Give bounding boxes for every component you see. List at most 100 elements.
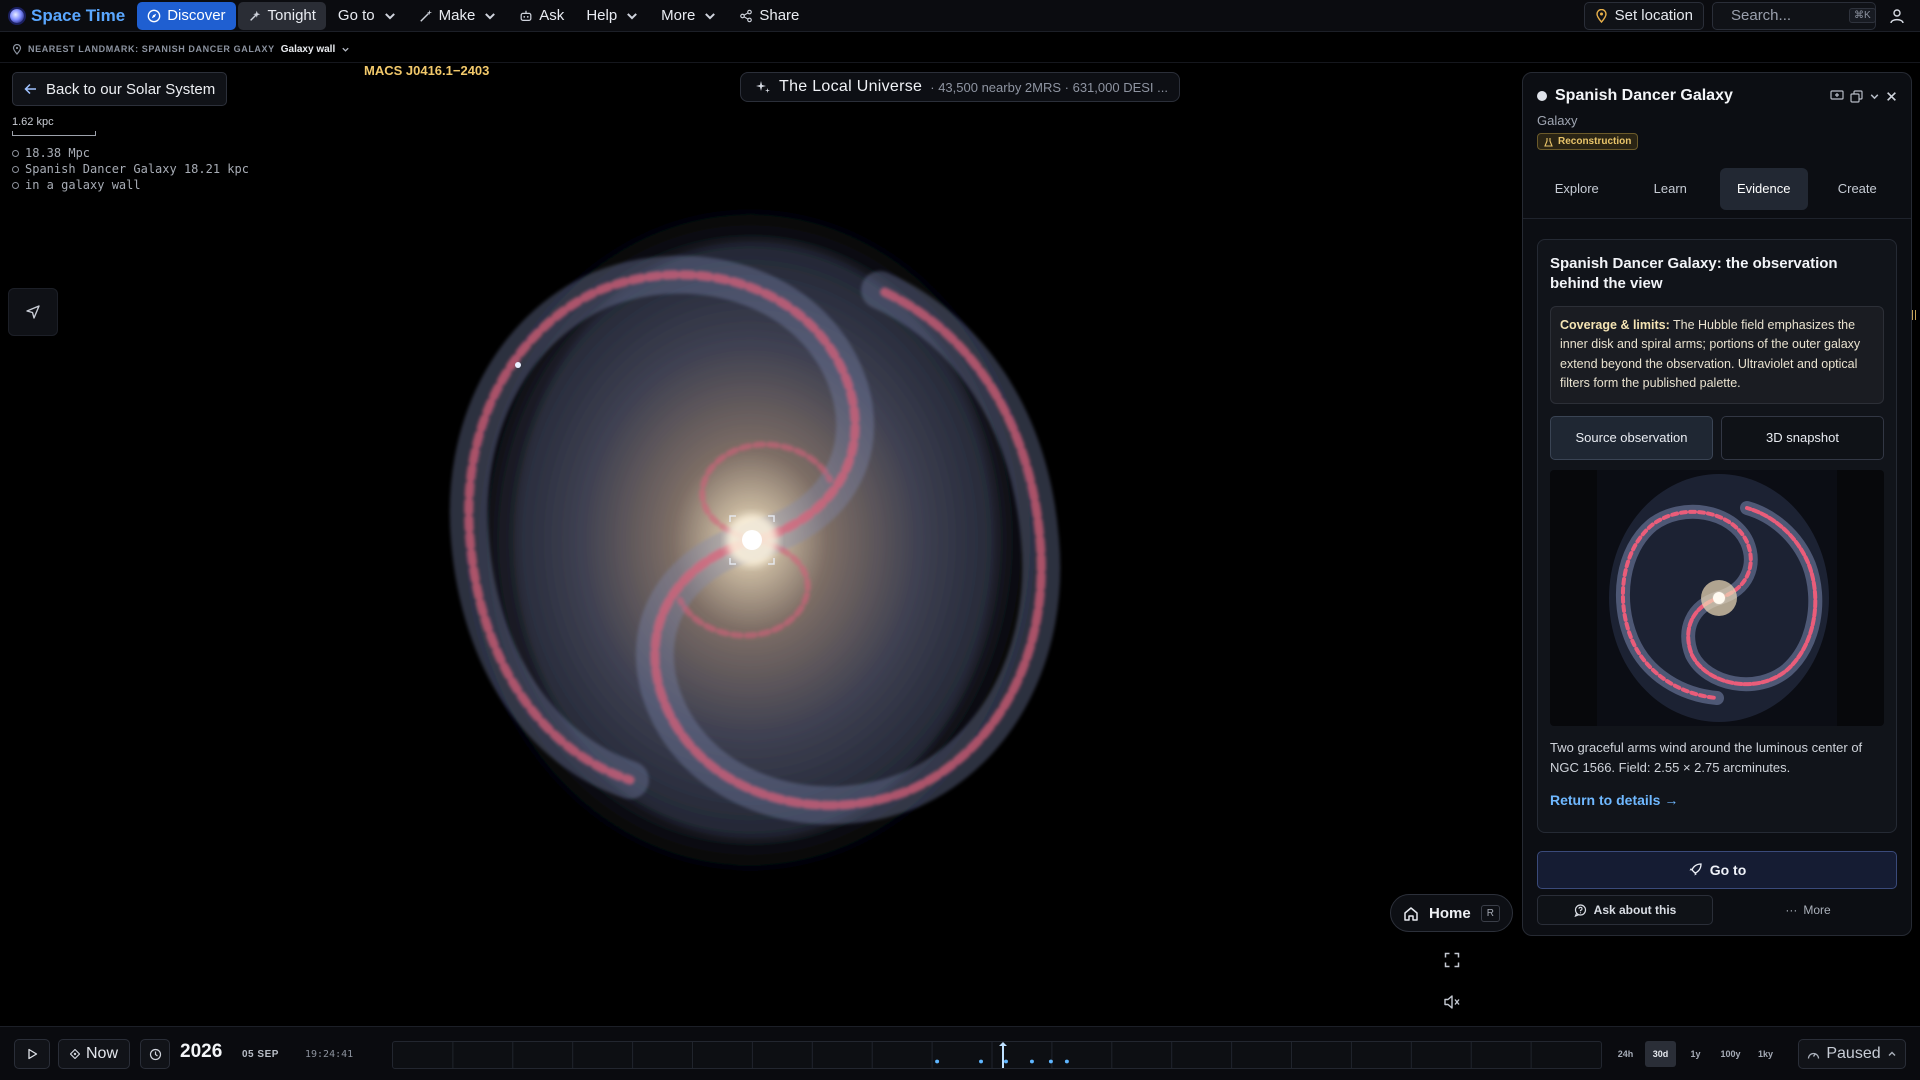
- nav-help-menu[interactable]: Help: [576, 2, 649, 30]
- bookmark-add-icon[interactable]: [1830, 90, 1844, 102]
- scale-1ky-button[interactable]: 1ky: [1750, 1041, 1781, 1067]
- go-to-label: Go to: [1709, 862, 1747, 878]
- scale-100y-button[interactable]: 100y: [1715, 1041, 1746, 1067]
- nav-tonight-button[interactable]: Tonight: [237, 1, 326, 30]
- collapse-chevron-icon[interactable]: [1869, 91, 1880, 102]
- scale-30d-button[interactable]: 30d: [1645, 1041, 1676, 1067]
- nav-make-menu[interactable]: Make: [409, 2, 508, 30]
- arrow-left-icon: [24, 83, 36, 95]
- user-account-icon[interactable]: [1884, 3, 1910, 29]
- home-icon: [1404, 906, 1418, 921]
- search-shortcut: ⌘K: [1849, 8, 1876, 23]
- compass-icon: [147, 9, 161, 22]
- set-location-label: Set location: [1614, 7, 1693, 24]
- tab-explore[interactable]: Explore: [1533, 168, 1621, 210]
- 3d-snapshot-button[interactable]: 3D snapshot: [1721, 415, 1884, 460]
- back-to-solar-system-button[interactable]: Back to our Solar System: [12, 72, 228, 106]
- source-observation-button[interactable]: Source observation: [1550, 415, 1713, 460]
- coverage-limits-note: Coverage & limits: The Hubble field emph…: [1550, 305, 1884, 404]
- nav-share-button[interactable]: Share: [729, 2, 809, 30]
- home-button-label: Home: [1429, 904, 1471, 922]
- top-bar: Space Time Discover Tonight Go to Make A…: [0, 0, 1920, 32]
- timeline-bar: Now 2026 05 SEP 19:24:41 24h 30d 1y 100y…: [0, 1026, 1920, 1080]
- nav-goto-label: Go to: [337, 7, 375, 24]
- mute-button[interactable]: [1440, 990, 1464, 1014]
- now-label: Now: [85, 1045, 118, 1062]
- current-year[interactable]: 2026: [180, 1041, 222, 1063]
- scale-bar-line: [12, 131, 96, 136]
- ask-about-this-button[interactable]: Ask about this: [1537, 895, 1713, 925]
- panel-more-button[interactable]: ··· More: [1719, 895, 1897, 925]
- sparkles-icon: [756, 81, 770, 93]
- ellipsis-icon: ···: [1785, 903, 1798, 917]
- timeline-playhead[interactable]: [996, 1042, 1010, 1069]
- nav-tonight-label: Tonight: [267, 7, 316, 24]
- evidence-heading: Spanish Dancer Galaxy: the observation b…: [1550, 254, 1838, 292]
- play-button[interactable]: [14, 1039, 50, 1069]
- object-info-panel: Spanish Dancer Galaxy Galaxy Reconstruct…: [1522, 72, 1912, 936]
- nav-discover-button[interactable]: Discover: [137, 1, 236, 30]
- tab-create[interactable]: Create: [1814, 168, 1902, 210]
- galaxy-image[interactable]: [400, 160, 1100, 920]
- scale-1y-button[interactable]: 1y: [1680, 1041, 1711, 1067]
- nearest-landmark-bar[interactable]: NEAREST LANDMARK: SPANISH DANCER GALAXY …: [0, 38, 350, 60]
- universe-title: The Local Universe: [779, 78, 923, 95]
- tab-learn[interactable]: Learn: [1627, 168, 1715, 210]
- evidence-card: Spanish Dancer Galaxy: the observation b…: [1537, 238, 1897, 833]
- go-to-button[interactable]: Go to: [1537, 851, 1897, 889]
- chevron-down-icon: [485, 12, 496, 19]
- robot-icon: [520, 10, 532, 21]
- magic-wand-icon: [419, 9, 432, 22]
- landmark-pin-icon: [12, 43, 22, 55]
- nav-ask-button[interactable]: Ask: [509, 2, 574, 30]
- local-universe-pill[interactable]: The Local Universe · 43,500 nearby 2MRS …: [740, 72, 1180, 102]
- now-button[interactable]: Now: [58, 1039, 130, 1069]
- structure-type-label: Galaxy wall: [280, 43, 336, 55]
- tab-evidence[interactable]: Evidence: [1720, 167, 1808, 210]
- readout-row: 18.38 Mpc: [12, 145, 249, 161]
- panel-resize-handle[interactable]: [1912, 310, 1916, 320]
- divider: [1523, 217, 1911, 219]
- ask-about-this-label: Ask about this: [1593, 903, 1677, 917]
- fullscreen-button[interactable]: [1440, 948, 1464, 972]
- copy-icon[interactable]: [1850, 89, 1863, 103]
- nav-help-label: Help: [586, 7, 618, 24]
- cluster-label[interactable]: MACS J0416.1−2403: [364, 63, 489, 78]
- gauge-icon: [1808, 1052, 1820, 1059]
- search-input[interactable]: [1731, 7, 1841, 24]
- close-icon[interactable]: [1886, 91, 1897, 102]
- search-box[interactable]: ⌘K: [1712, 1, 1876, 30]
- set-location-button[interactable]: Set location: [1583, 1, 1704, 30]
- pointer-tool-button[interactable]: [8, 288, 58, 336]
- rocket-icon: [1689, 863, 1702, 876]
- home-button[interactable]: Home R: [1390, 894, 1513, 932]
- badge-label: Reconstruction: [1558, 136, 1632, 147]
- chevron-down-icon: [384, 12, 395, 19]
- crosshair-icon: [69, 1049, 80, 1059]
- playback-speed-button[interactable]: Paused: [1798, 1039, 1906, 1069]
- play-icon: [28, 1048, 38, 1060]
- return-to-details-link[interactable]: Return to details →: [1550, 792, 1884, 808]
- nav-goto-menu[interactable]: Go to: [328, 2, 407, 30]
- current-date[interactable]: 05 SEP: [242, 1049, 279, 1060]
- divider: [0, 62, 1920, 63]
- ring-icon: [12, 165, 19, 173]
- universe-detail: · 43,500 nearby 2MRS · 631,000 DESI ...: [930, 79, 1168, 95]
- panel-more-label: More: [1803, 903, 1831, 917]
- observation-thumbnail[interactable]: [1550, 469, 1884, 726]
- scale-24h-button[interactable]: 24h: [1610, 1041, 1641, 1067]
- share-icon: [740, 9, 753, 22]
- app-name: Space Time: [31, 5, 126, 25]
- app-brand[interactable]: Space Time: [0, 0, 137, 32]
- reconstruction-badge[interactable]: Reconstruction: [1537, 133, 1639, 150]
- time-scale-selector: 24h 30d 1y 100y 1ky: [1610, 1041, 1781, 1067]
- history-button[interactable]: [140, 1039, 170, 1069]
- flask-icon: [1544, 137, 1553, 147]
- timeline-track[interactable]: [392, 1041, 1602, 1069]
- readout-object: Spanish Dancer Galaxy 18.21 kpc: [25, 162, 249, 176]
- nearest-landmark-label: NEAREST LANDMARK: SPANISH DANCER GALAXY: [28, 44, 275, 54]
- ring-icon: [12, 149, 19, 157]
- nav-discover-label: Discover: [167, 7, 226, 24]
- nav-more-menu[interactable]: More: [651, 2, 727, 30]
- readout-row: Spanish Dancer Galaxy 18.21 kpc: [12, 161, 249, 177]
